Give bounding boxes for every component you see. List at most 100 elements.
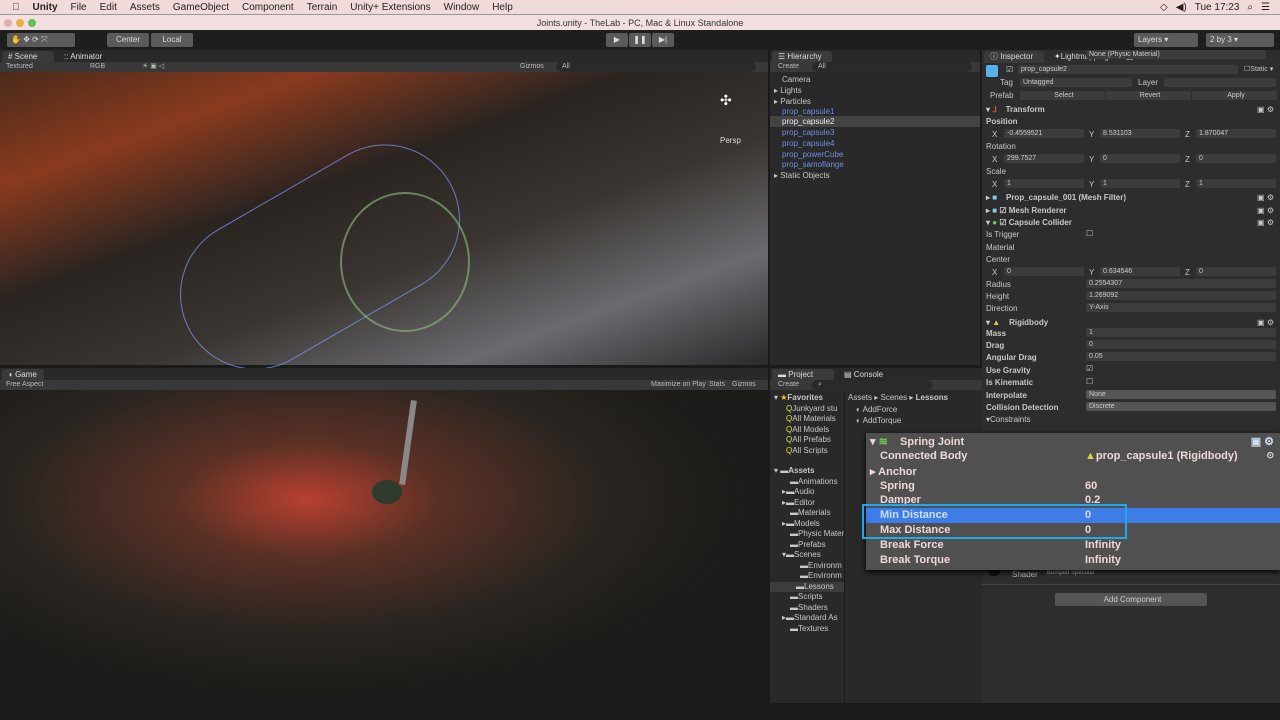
folder-item[interactable]: ▬Materials: [774, 508, 844, 519]
mesh-filter-header[interactable]: ▸ ■ Prop_capsule_001 (Mesh Filter): [986, 193, 1126, 202]
file-item[interactable]: ◐ AddTorque: [856, 416, 901, 425]
constraints-foldout[interactable]: ▾Constraints: [986, 415, 1030, 424]
folder-item[interactable]: ▬Scripts: [774, 592, 844, 603]
gear-icon[interactable]: ▣ ⚙: [1251, 435, 1274, 448]
scale-z-input[interactable]: 1: [1196, 179, 1276, 188]
crumb[interactable]: Lessons: [916, 393, 948, 402]
prefab-apply-button[interactable]: Apply: [1192, 91, 1277, 100]
shader-dropdown[interactable]: Bumped Specular: [1044, 569, 1274, 578]
static-toggle[interactable]: ☐Static ▾: [1244, 65, 1273, 73]
hierarchy-item[interactable]: ▸ Particles: [774, 97, 811, 106]
tag-dropdown[interactable]: Untagged: [1020, 78, 1132, 87]
object-name-input[interactable]: prop_capsule2: [1018, 65, 1238, 74]
stats-toggle[interactable]: Stats: [709, 380, 725, 390]
folder-item[interactable]: ▬Physic Mater: [774, 529, 844, 540]
interpolate-dropdown[interactable]: None: [1086, 390, 1276, 399]
folder-item[interactable]: ▾▬Scenes: [774, 550, 844, 561]
scale-y-input[interactable]: 1: [1100, 179, 1180, 188]
persp-label[interactable]: Persp: [720, 136, 741, 145]
folder-item[interactable]: ▬Environm: [774, 571, 844, 582]
step-button[interactable]: ▶|: [652, 33, 674, 47]
folder-item[interactable]: ▬Prefabs: [774, 540, 844, 551]
hierarchy-item[interactable]: prop_samoflange: [782, 160, 844, 169]
spring-input[interactable]: 60: [1085, 480, 1097, 492]
hierarchy-item[interactable]: ▸ Lights: [774, 86, 802, 95]
menu-unity[interactable]: Unity: [33, 2, 58, 13]
gear-icon[interactable]: ▣ ⚙: [1257, 206, 1274, 215]
hierarchy-item-selected[interactable]: prop_capsule2: [782, 117, 834, 126]
break-torque-input[interactable]: Infinity: [1085, 554, 1121, 566]
scene-search-input[interactable]: All: [556, 62, 756, 72]
pivot-center-button[interactable]: Center: [107, 33, 149, 47]
rotation-z-input[interactable]: 0: [1196, 154, 1276, 163]
drag-input[interactable]: 0: [1086, 340, 1276, 349]
add-component-button[interactable]: Add Component: [1055, 593, 1207, 606]
clock[interactable]: Tue 17:23: [1195, 2, 1240, 13]
gear-icon[interactable]: ▣ ⚙: [1257, 218, 1274, 227]
favorite-item[interactable]: QJunkyard stu: [774, 404, 844, 415]
menu-component[interactable]: Component: [242, 2, 294, 13]
object-picker-icon[interactable]: ⊙: [1266, 450, 1274, 461]
mass-input[interactable]: 1: [1086, 328, 1276, 337]
menu-gameobject[interactable]: GameObject: [173, 2, 229, 13]
folder-item[interactable]: ▸▬Editor: [774, 498, 844, 509]
break-force-input[interactable]: Infinity: [1085, 539, 1121, 551]
zoom-button[interactable]: [28, 19, 36, 27]
pause-button[interactable]: ❚❚: [629, 33, 651, 47]
minimize-button[interactable]: [16, 19, 24, 27]
prefab-revert-button[interactable]: Revert: [1106, 91, 1191, 100]
close-button[interactable]: [4, 19, 12, 27]
prefab-select-button[interactable]: Select: [1020, 91, 1105, 100]
folder-item[interactable]: ▸▬Standard As: [774, 613, 844, 624]
menu-terrain[interactable]: Terrain: [307, 2, 338, 13]
layer-dropdown[interactable]: [1164, 78, 1276, 87]
volume-icon[interactable]: ◀): [1176, 2, 1187, 13]
menu-window[interactable]: Window: [444, 2, 480, 13]
crumb[interactable]: Scenes: [880, 393, 907, 402]
project-search-input[interactable]: ⌕: [812, 380, 932, 390]
layers-dropdown[interactable]: Layers ▾: [1134, 33, 1198, 47]
menu-file[interactable]: File: [71, 2, 87, 13]
angular-drag-input[interactable]: 0.05: [1086, 352, 1276, 361]
transform-header[interactable]: ▾ ⅃ Transform: [986, 105, 1045, 114]
list-icon[interactable]: ☰: [1261, 2, 1270, 13]
folder-item[interactable]: ▬Shaders: [774, 603, 844, 614]
gizmos-dropdown[interactable]: Gizmos: [520, 62, 544, 72]
radius-input[interactable]: 0.2554307: [1086, 279, 1276, 288]
material-field[interactable]: None (Physic Material): [1086, 50, 1266, 59]
tab-inspector[interactable]: ⓘ Inspector: [984, 51, 1044, 63]
capsule-collider-header[interactable]: ▾ ● ☑ Capsule Collider: [986, 218, 1072, 227]
gear-icon[interactable]: ▣ ⚙: [1257, 193, 1274, 202]
hierarchy-item[interactable]: prop_capsule1: [782, 107, 834, 116]
is-kinematic-checkbox[interactable]: ☐: [1086, 377, 1093, 386]
menu-assets[interactable]: Assets: [130, 2, 160, 13]
scene-orientation-gizmo[interactable]: ✣: [720, 92, 732, 109]
use-gravity-checkbox[interactable]: ☑: [1086, 364, 1093, 373]
rotate-icon[interactable]: ⟳: [32, 35, 39, 44]
collision-detection-dropdown[interactable]: Discrete: [1086, 402, 1276, 411]
favorite-item[interactable]: QAll Models: [774, 425, 844, 436]
menu-extensions[interactable]: Unity+ Extensions: [350, 2, 430, 13]
connected-body-field[interactable]: ▲prop_capsule1 (Rigidbody): [1085, 450, 1238, 462]
center-z-input[interactable]: 0: [1196, 267, 1276, 276]
position-x-input[interactable]: -0.4559521: [1004, 129, 1084, 138]
folder-item[interactable]: ▸▬Audio: [774, 487, 844, 498]
menu-edit[interactable]: Edit: [100, 2, 117, 13]
scale-icon[interactable]: ⤧: [41, 35, 47, 44]
hierarchy-search-input[interactable]: All: [812, 62, 972, 72]
rotation-y-input[interactable]: 0: [1100, 154, 1180, 163]
direction-dropdown[interactable]: Y-Axis: [1086, 303, 1276, 312]
scale-x-input[interactable]: 1: [1004, 179, 1084, 188]
folder-item[interactable]: ▬Textures: [774, 624, 844, 635]
spring-joint-header[interactable]: ▾ ≋ Spring Joint: [870, 435, 964, 448]
scene-viewport[interactable]: ✣ Persp: [0, 72, 768, 397]
folder-item[interactable]: ▬Environm: [774, 561, 844, 572]
center-x-input[interactable]: 0: [1004, 267, 1084, 276]
favorite-item[interactable]: QAll Prefabs: [774, 435, 844, 446]
anchor-foldout[interactable]: ▸ Anchor: [870, 465, 917, 478]
favorite-item[interactable]: QAll Materials: [774, 414, 844, 425]
aspect-dropdown[interactable]: Free Aspect: [6, 380, 43, 390]
move-icon[interactable]: ✥: [23, 35, 30, 44]
is-trigger-checkbox[interactable]: ☐: [1086, 229, 1093, 238]
game-gizmos-dropdown[interactable]: Gizmos: [732, 380, 756, 390]
